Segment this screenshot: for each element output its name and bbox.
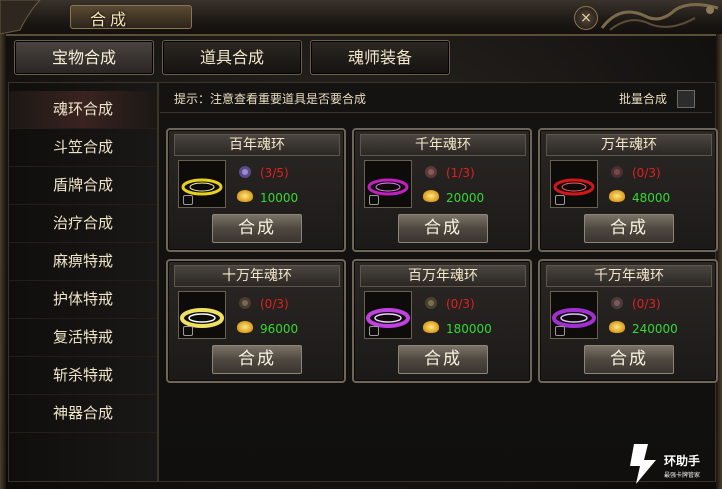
material-gem-icon <box>611 166 623 178</box>
gold-ingot-icon <box>423 321 439 333</box>
sidebar-item-shield[interactable]: 盾牌合成 <box>9 167 157 205</box>
frame-left <box>0 34 6 489</box>
material-count: (3/5) <box>260 166 289 180</box>
gold-ingot-icon <box>609 190 625 202</box>
gold-ingot-icon <box>237 321 253 333</box>
gold-cost: 48000 <box>632 191 671 205</box>
gold-cost: 20000 <box>446 191 485 205</box>
card-thousand-year-ring: 千年魂环 (1/3) 20000 合成 <box>352 128 532 252</box>
ring-slot[interactable] <box>550 160 598 208</box>
watermark-subtext: 最强卡牌管家 <box>664 472 701 479</box>
card-title: 百年魂环 <box>174 134 340 156</box>
synthesis-window: 合成 × 宝物合成 道具合成 魂师装备 魂环合成 斗笠合成 盾牌合成 治疗合成 … <box>0 0 722 489</box>
gold-cost: 10000 <box>260 191 299 205</box>
card-hundred-thousand-year-ring: 十万年魂环 (0/3) 96000 合成 <box>166 259 346 383</box>
material-count: (0/3) <box>632 166 661 180</box>
material-count: (1/3) <box>446 166 475 180</box>
sidebar-item-hat[interactable]: 斗笠合成 <box>9 129 157 167</box>
material-count: (0/3) <box>446 297 475 311</box>
synthesize-button[interactable]: 合成 <box>584 345 674 374</box>
tab-treasure-synthesis[interactable]: 宝物合成 <box>14 40 154 75</box>
synthesize-button[interactable]: 合成 <box>398 214 488 243</box>
watermark-text: 环助手 <box>664 454 701 468</box>
sidebar-item-paralysis-ring[interactable]: 麻痹特戒 <box>9 243 157 281</box>
lock-icon <box>183 195 193 205</box>
lock-icon <box>369 195 379 205</box>
batch-synthesis-label: 批量合成 <box>619 92 668 106</box>
gold-cost: 180000 <box>446 322 492 336</box>
card-title: 百万年魂环 <box>360 265 526 287</box>
material-count: (0/3) <box>632 297 661 311</box>
sidebar: 魂环合成 斗笠合成 盾牌合成 治疗合成 麻痹特戒 护体特戒 复活特戒 斩杀特戒 … <box>8 82 158 482</box>
ring-slot[interactable] <box>178 291 226 339</box>
material-gem-icon <box>239 297 251 309</box>
synthesize-button[interactable]: 合成 <box>212 214 302 243</box>
card-hundred-year-ring: 百年魂环 (3/5) 10000 合成 <box>166 128 346 252</box>
ring-slot[interactable] <box>178 160 226 208</box>
gold-cost: 240000 <box>632 322 678 336</box>
synthesize-button[interactable]: 合成 <box>212 345 302 374</box>
lock-icon <box>555 195 565 205</box>
sidebar-item-artifact[interactable]: 神器合成 <box>9 395 157 433</box>
corner-ornament <box>0 0 41 34</box>
material-gem-icon <box>611 297 623 309</box>
batch-synthesis-checkbox[interactable] <box>677 90 695 108</box>
lock-icon <box>183 326 193 336</box>
window-title: 合成 <box>90 10 131 29</box>
synthesize-button[interactable]: 合成 <box>584 214 674 243</box>
close-button[interactable]: × <box>574 6 598 30</box>
divider <box>160 112 712 113</box>
tab-item-synthesis[interactable]: 道具合成 <box>162 40 302 75</box>
hint-text: 提示：注意查看重要道具是否要合成 <box>174 92 367 106</box>
card-million-year-ring: 百万年魂环 (0/3) 180000 合成 <box>352 259 532 383</box>
material-gem-icon <box>425 297 437 309</box>
lock-icon <box>369 326 379 336</box>
gold-cost: 96000 <box>260 322 299 336</box>
sidebar-item-heal[interactable]: 治疗合成 <box>9 205 157 243</box>
card-ten-million-year-ring: 千万年魂环 (0/3) 240000 合成 <box>538 259 718 383</box>
material-gem-icon <box>239 166 251 178</box>
material-gem-icon <box>425 166 437 178</box>
gold-ingot-icon <box>609 321 625 333</box>
sidebar-item-protect-ring[interactable]: 护体特戒 <box>9 281 157 319</box>
sidebar-item-soul-ring[interactable]: 魂环合成 <box>9 91 157 129</box>
card-title: 万年魂环 <box>546 134 712 156</box>
gold-ingot-icon <box>237 190 253 202</box>
card-title: 十万年魂环 <box>174 265 340 287</box>
ring-slot[interactable] <box>364 291 412 339</box>
dragon-ornament-icon <box>600 3 719 31</box>
material-count: (0/3) <box>260 297 289 311</box>
sidebar-item-slay-ring[interactable]: 斩杀特戒 <box>9 357 157 395</box>
title-plate <box>70 5 192 29</box>
synthesize-button[interactable]: 合成 <box>398 345 488 374</box>
tab-soul-master-equipment[interactable]: 魂师装备 <box>310 40 450 75</box>
gold-ingot-icon <box>423 190 439 202</box>
ring-slot[interactable] <box>364 160 412 208</box>
card-title: 千万年魂环 <box>546 265 712 287</box>
sidebar-item-revive-ring[interactable]: 复活特戒 <box>9 319 157 357</box>
lock-icon <box>555 326 565 336</box>
card-ten-thousand-year-ring: 万年魂环 (0/3) 48000 合成 <box>538 128 718 252</box>
ring-slot[interactable] <box>550 291 598 339</box>
card-title: 千年魂环 <box>360 134 526 156</box>
